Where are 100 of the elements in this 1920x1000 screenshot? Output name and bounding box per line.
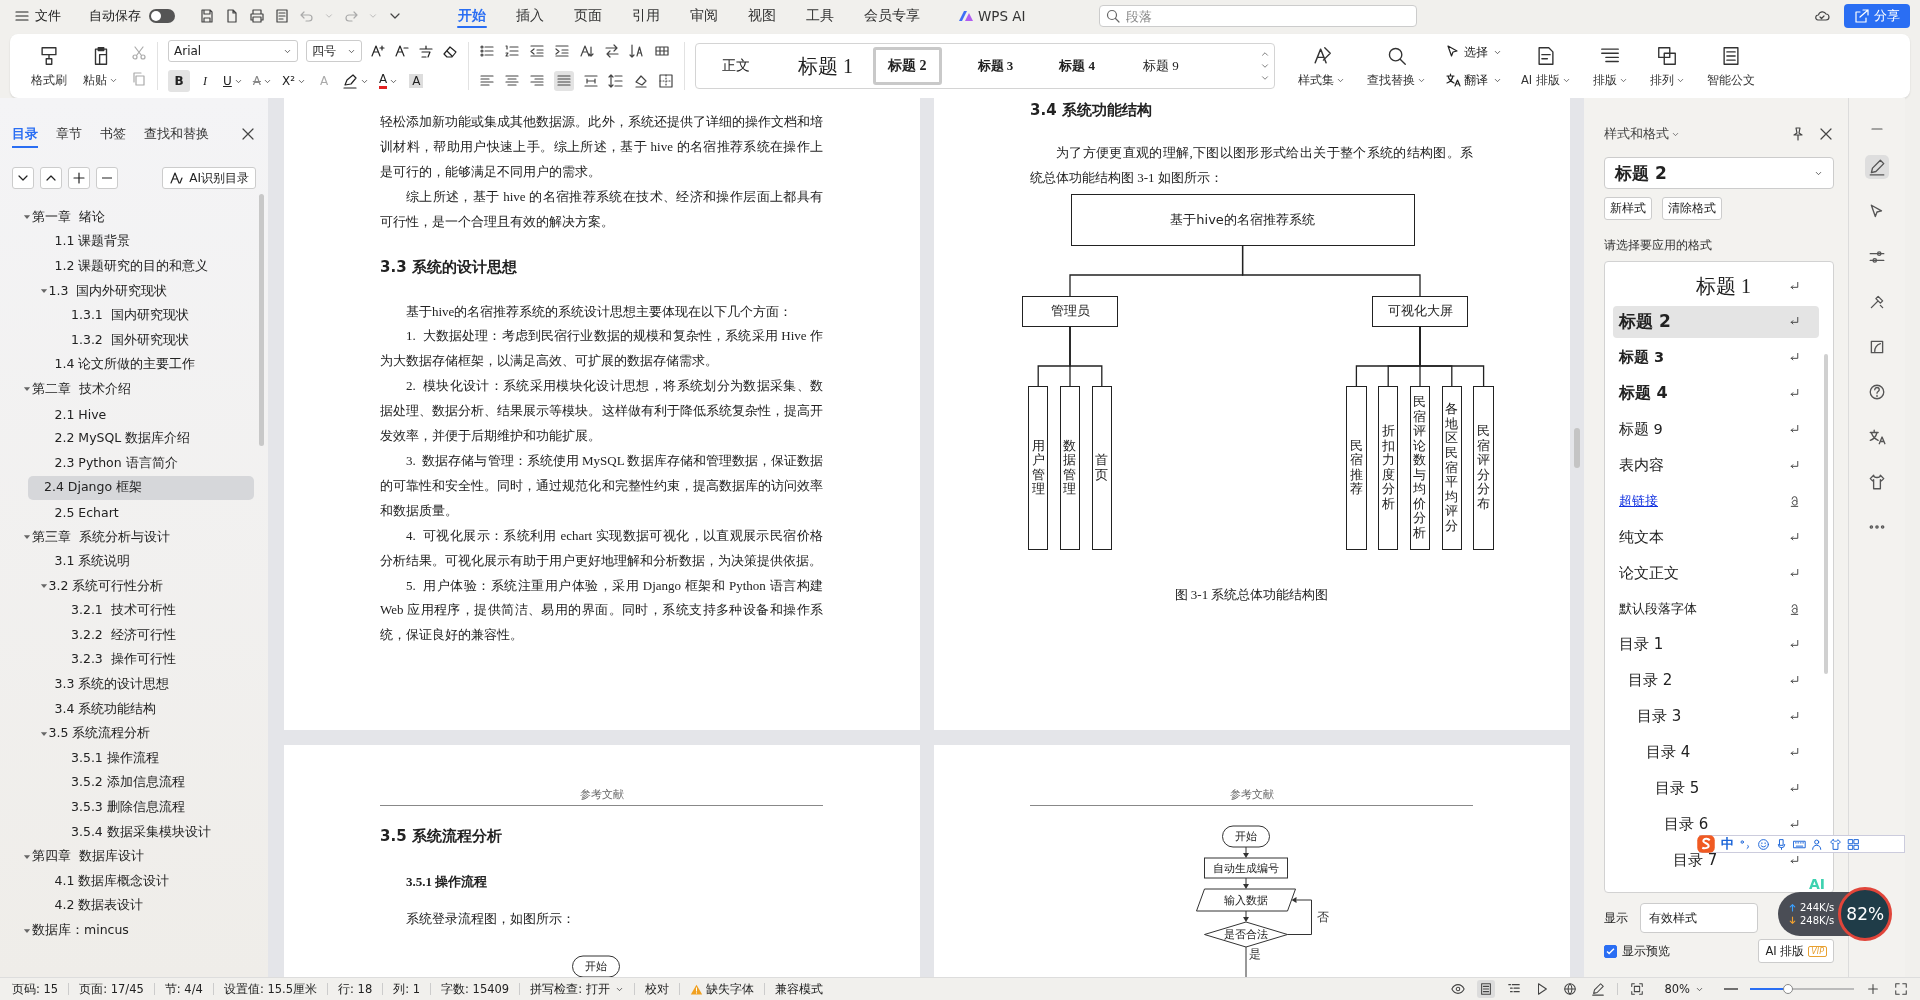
- outline-item[interactable]: 3.2 系统可行性分析: [0, 573, 254, 599]
- share-button[interactable]: 分享: [1844, 4, 1910, 28]
- fullscreen-icon[interactable]: [1892, 980, 1910, 998]
- outline-item[interactable]: 4.1 数据库概念设计: [0, 869, 254, 894]
- microphone-icon[interactable]: [1775, 837, 1788, 851]
- style-item[interactable]: 纯文本: [1613, 522, 1819, 553]
- navigation-tab[interactable]: 章节: [56, 116, 82, 152]
- style-item[interactable]: 标题 4: [1613, 378, 1819, 409]
- menu-tab[interactable]: 视图: [733, 0, 791, 32]
- outdent-icon[interactable]: [529, 43, 545, 59]
- sort-icon[interactable]: [629, 43, 645, 59]
- remove-button[interactable]: [96, 167, 118, 189]
- table-icon[interactable]: [654, 43, 670, 59]
- menu-tab[interactable]: 审阅: [675, 0, 733, 32]
- chevron-up-icon[interactable]: [1260, 49, 1270, 59]
- format-painter-button[interactable]: 格式刷: [28, 42, 70, 90]
- font-color-button[interactable]: A: [376, 70, 402, 92]
- input-mode-toggle[interactable]: 中: [1721, 835, 1734, 853]
- style-item[interactable]: 标题 1: [1613, 271, 1819, 301]
- ai-layout-button[interactable]: AI 排版 VIP: [1758, 939, 1834, 963]
- font-name-field[interactable]: Arial: [168, 40, 298, 62]
- outline-item[interactable]: 第四章 数据库设计: [0, 844, 254, 870]
- line-spacing-icon[interactable]: [608, 73, 624, 89]
- style-item[interactable]: 目录 3: [1613, 701, 1819, 732]
- zoom-slider-thumb[interactable]: [1783, 984, 1794, 994]
- menu-tab[interactable]: 工具: [791, 0, 849, 32]
- numbered-list-icon[interactable]: [504, 43, 520, 59]
- underline-button[interactable]: U: [220, 70, 246, 92]
- menu-tab[interactable]: 开始: [443, 0, 501, 32]
- arrange-button[interactable]: 排列: [1646, 42, 1688, 90]
- document-icon[interactable]: [274, 8, 290, 24]
- style-preset[interactable]: 标题 4: [1047, 47, 1107, 85]
- collapse-button[interactable]: [12, 167, 34, 189]
- style-item[interactable]: 标题 2: [1613, 305, 1819, 338]
- page-view-icon[interactable]: [1477, 980, 1496, 998]
- outline-item[interactable]: 第三章 系统分析与设计: [0, 524, 254, 550]
- style-preset[interactable]: 正文: [710, 47, 762, 85]
- panel-title[interactable]: 样式和格式: [1604, 125, 1680, 143]
- show-select[interactable]: 有效样式: [1640, 903, 1758, 933]
- outline-item[interactable]: 1.1 课题背景: [0, 229, 254, 255]
- style-preset[interactable]: 标题 2: [873, 47, 942, 85]
- phonetic-icon[interactable]: [418, 43, 434, 59]
- outline-item[interactable]: 2.4 Django 框架: [28, 475, 254, 501]
- navigation-tab[interactable]: 目录: [12, 116, 38, 152]
- font-size-field[interactable]: 四号: [306, 40, 362, 62]
- outline-item[interactable]: 第二章 技术介绍: [0, 377, 254, 402]
- style-item[interactable]: 目录 1: [1613, 629, 1819, 660]
- scrollbar[interactable]: [259, 194, 264, 446]
- spell-check-button[interactable]: 拼写检查: 打开: [530, 981, 624, 997]
- outline-item[interactable]: 2.5 Echart: [0, 500, 254, 525]
- outline-item[interactable]: 3.5.1 操作流程: [0, 746, 254, 771]
- autosave-toggle[interactable]: [149, 9, 175, 23]
- outline-item[interactable]: 数据库：mincus: [0, 918, 254, 943]
- layout-button[interactable]: 排版: [1589, 42, 1631, 90]
- zoom-dropdown[interactable]: 80%: [1664, 982, 1704, 996]
- bullet-list-icon[interactable]: [479, 43, 495, 59]
- printer-icon[interactable]: [249, 8, 265, 24]
- missing-font-button[interactable]: 缺失字体: [689, 981, 754, 997]
- style-item[interactable]: 超链接: [1613, 486, 1819, 517]
- preview-checkbox[interactable]: 显示预览: [1604, 942, 1670, 960]
- close-icon[interactable]: [1818, 126, 1834, 142]
- font-grow-icon[interactable]: [370, 43, 386, 59]
- menu-tab[interactable]: 会员专享: [849, 0, 935, 32]
- align-right-icon[interactable]: [529, 73, 545, 89]
- indent-icon[interactable]: [554, 43, 570, 59]
- menu-tab[interactable]: 页面: [559, 0, 617, 32]
- bold-button[interactable]: B: [168, 70, 190, 92]
- expand-button[interactable]: [40, 167, 62, 189]
- outline-item[interactable]: 3.5 系统流程分析: [0, 721, 254, 747]
- border-icon[interactable]: [658, 73, 674, 89]
- panel-button[interactable]: 新样式: [1604, 197, 1652, 220]
- paste-button[interactable]: 粘贴: [80, 42, 121, 90]
- style-item[interactable]: 论文正文: [1613, 558, 1819, 589]
- align-center-icon[interactable]: [504, 73, 520, 89]
- outline-item[interactable]: 1.3.2 国外研究现状: [0, 327, 254, 353]
- outline-item[interactable]: 3.5.2 添加信息流程: [0, 770, 254, 796]
- ai-outline-button[interactable]: AI识别目录: [162, 167, 256, 189]
- outline-item[interactable]: 1.3 国内外研究现状: [0, 278, 254, 304]
- save-icon[interactable]: [199, 8, 215, 24]
- checkbox[interactable]: [1604, 944, 1617, 958]
- italic-button[interactable]: I: [194, 70, 216, 92]
- menu-tab[interactable]: 引用: [617, 0, 675, 32]
- distributed-icon[interactable]: [583, 73, 599, 89]
- outline-item[interactable]: 3.3 系统的设计思想: [0, 672, 254, 697]
- style-item[interactable]: 标题 3: [1613, 342, 1819, 373]
- ai-layout-button[interactable]: AI 排版: [1518, 42, 1574, 90]
- style-preset[interactable]: 标题 9: [1131, 47, 1191, 85]
- smart-document-button[interactable]: 智能公文: [1703, 42, 1758, 90]
- file-icon[interactable]: [224, 8, 240, 24]
- cloud-icon[interactable]: [1814, 8, 1830, 24]
- person-icon[interactable]: [1811, 837, 1824, 851]
- character-spacing-icon[interactable]: [579, 43, 595, 59]
- file-menu-button[interactable]: 文件: [14, 7, 61, 25]
- find-replace-button[interactable]: 查找替换: [1364, 42, 1429, 90]
- grid-icon[interactable]: [1847, 837, 1860, 851]
- outline-item[interactable]: 4.2 数据表设计: [0, 893, 254, 919]
- close-icon[interactable]: [240, 126, 256, 142]
- style-item[interactable]: 默认段落字体: [1613, 594, 1819, 624]
- add-button[interactable]: [68, 167, 90, 189]
- search-input[interactable]: 段落: [1098, 5, 1417, 27]
